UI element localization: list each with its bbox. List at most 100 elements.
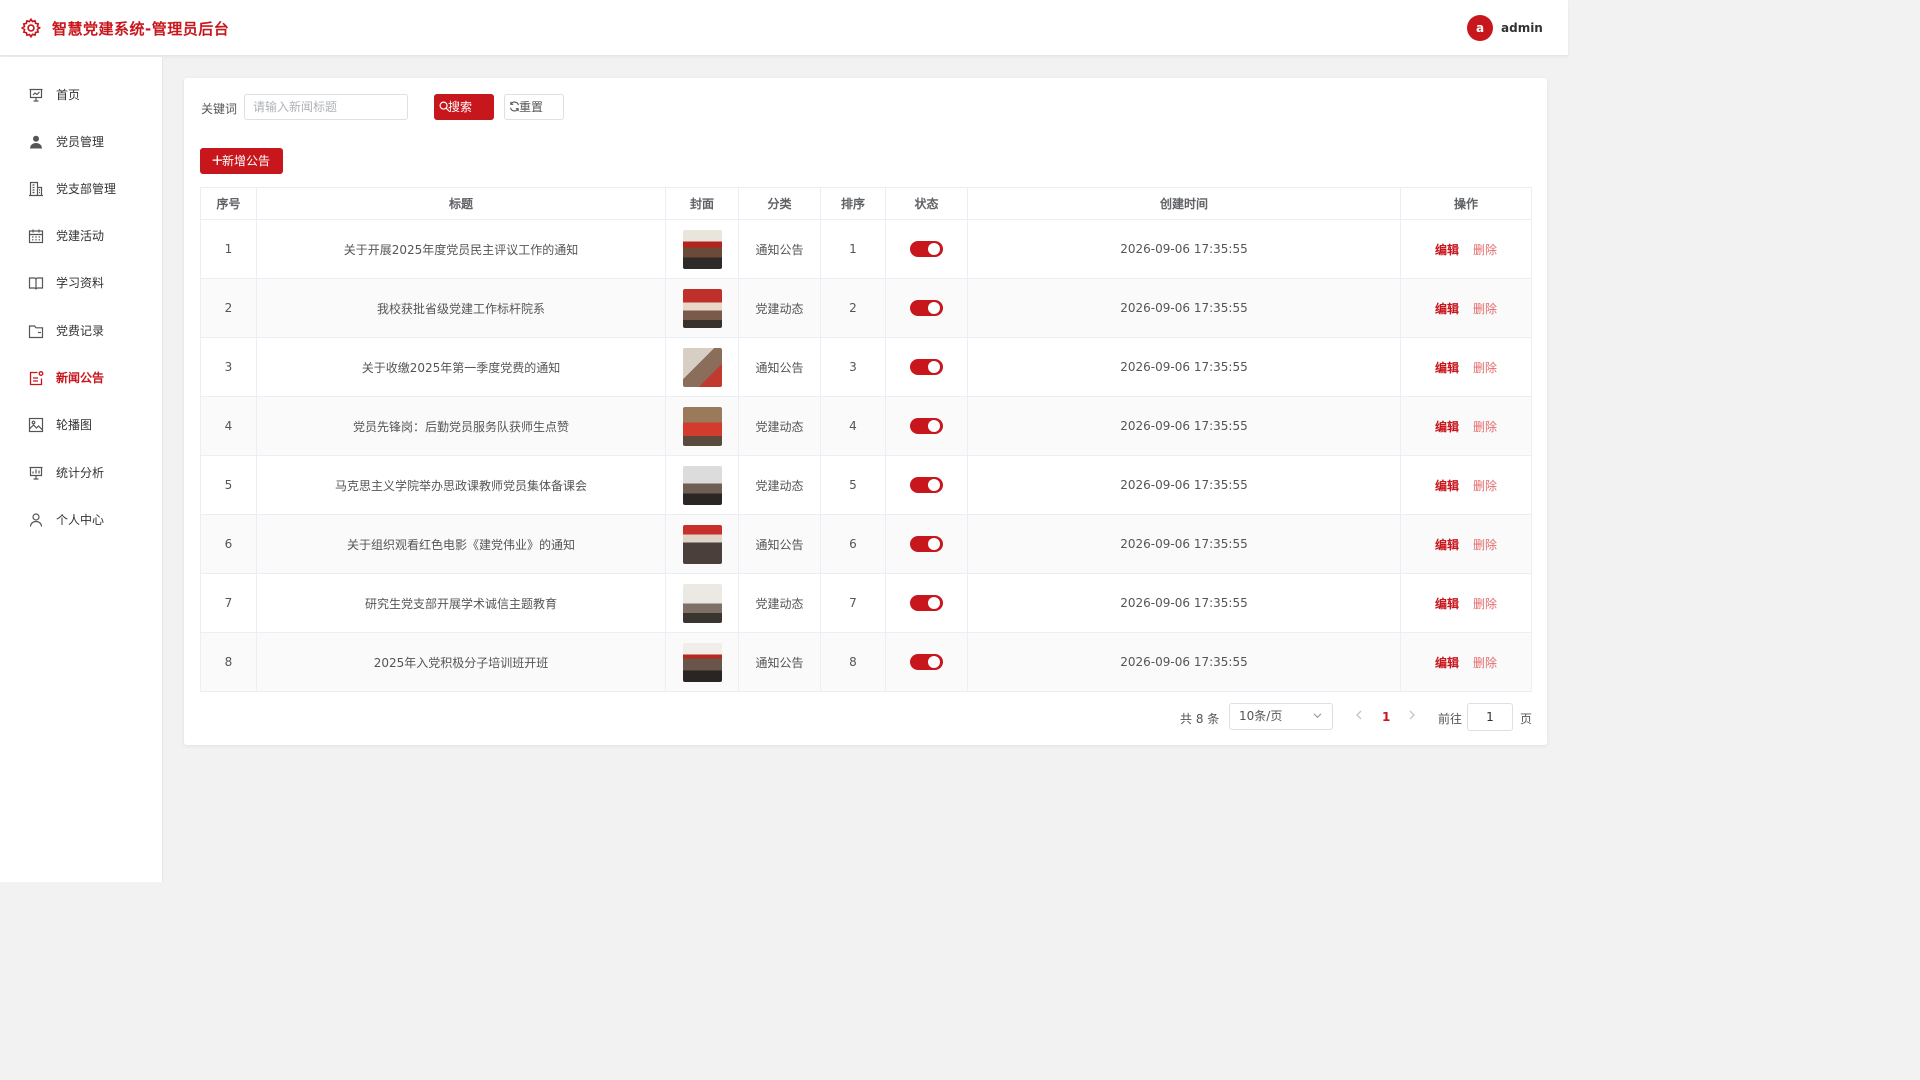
sidebar-item-dues[interactable]: 党费记录 [0, 311, 162, 351]
table-row: 5 马克思主义学院举办思政课教师党员集体备课会 党建动态 5 2026-09-06 17… [200, 455, 1532, 515]
toggle-knob [928, 479, 940, 491]
delete-button[interactable]: 删除 [1473, 597, 1497, 611]
search-button[interactable]: 搜索 [434, 94, 494, 120]
sidebar-item-carousel[interactable]: 轮播图 [0, 405, 162, 445]
search-input[interactable] [244, 94, 408, 120]
edit-button[interactable]: 编辑 [1435, 420, 1459, 434]
cell-sort: 8 [820, 632, 886, 692]
cell-title: 党员先锋岗：后勤党员服务队获师生点赞 [256, 396, 666, 456]
status-toggle[interactable] [910, 477, 943, 493]
sidebar-item-branches[interactable]: 党支部管理 [0, 169, 162, 209]
cover-thumbnail[interactable] [682, 347, 722, 387]
cell-sort: 5 [820, 455, 886, 515]
toggle-knob [928, 361, 940, 373]
status-toggle[interactable] [910, 359, 943, 375]
add-notice-label: 新增公告 [222, 154, 271, 168]
username[interactable]: admin [1501, 21, 1543, 35]
edit-button[interactable]: 编辑 [1435, 656, 1459, 670]
delete-button[interactable]: 删除 [1473, 479, 1497, 493]
cell-no: 2 [200, 278, 257, 338]
sidebar-item-label: 新闻公告 [56, 371, 105, 385]
chevron-down-icon [1313, 713, 1322, 719]
sidebar-item-label: 党员管理 [56, 135, 105, 149]
sidebar-item-materials[interactable]: 学习资料 [0, 263, 162, 303]
sidebar-item-profile[interactable]: 个人中心 [0, 500, 162, 540]
delete-button[interactable]: 删除 [1473, 420, 1497, 434]
table-row: 7 研究生党支部开展学术诚信主题教育 党建动态 7 2026-09-06 17:35:5… [200, 573, 1532, 633]
status-toggle[interactable] [910, 300, 943, 316]
sidebar-item-members[interactable]: 党员管理 [0, 122, 162, 162]
delete-button[interactable]: 删除 [1473, 243, 1497, 257]
col-header-sort: 排序 [820, 187, 886, 220]
delete-button[interactable]: 删除 [1473, 361, 1497, 375]
edit-button[interactable]: 编辑 [1435, 479, 1459, 493]
cell-no: 5 [200, 455, 257, 515]
cell-status [885, 514, 968, 574]
toggle-knob [928, 538, 940, 550]
cover-thumbnail[interactable] [682, 406, 722, 446]
sidebar-item-label: 学习资料 [56, 276, 105, 290]
reset-button-label: 重置 [519, 100, 544, 114]
news-icon [29, 371, 44, 386]
col-header-category: 分类 [738, 187, 821, 220]
toggle-knob [928, 243, 940, 255]
goto-page-input[interactable] [1467, 703, 1513, 731]
next-page-icon[interactable] [1407, 707, 1417, 723]
status-toggle[interactable] [910, 595, 943, 611]
edit-button[interactable]: 编辑 [1435, 302, 1459, 316]
cell-cover [665, 278, 739, 338]
avatar[interactable]: a [1467, 15, 1493, 41]
cell-category: 党建动态 [738, 396, 821, 456]
cell-status [885, 455, 968, 515]
cell-category: 通知公告 [738, 219, 821, 279]
sidebar-item-statistics[interactable]: 统计分析 [0, 453, 162, 493]
cover-thumbnail[interactable] [682, 288, 722, 328]
page-number-current[interactable]: 1 [1382, 710, 1390, 724]
cover-thumbnail[interactable] [682, 583, 722, 623]
cell-no: 3 [200, 337, 257, 397]
delete-button[interactable]: 删除 [1473, 656, 1497, 670]
cell-cover [665, 396, 739, 456]
book-icon [28, 277, 44, 290]
cell-category: 党建动态 [738, 455, 821, 515]
cell-status [885, 278, 968, 338]
edit-button[interactable]: 编辑 [1435, 243, 1459, 257]
sidebar-item-home[interactable]: 首页 [0, 75, 162, 115]
cell-actions: 编辑 删除 [1400, 219, 1532, 279]
add-notice-button[interactable]: + 新增公告 [200, 148, 283, 174]
status-toggle[interactable] [910, 654, 943, 670]
prev-page-icon[interactable] [1354, 707, 1364, 723]
delete-button[interactable]: 删除 [1473, 538, 1497, 552]
cell-no: 7 [200, 573, 257, 633]
sidebar-item-news[interactable]: 新闻公告 [0, 358, 162, 398]
status-toggle[interactable] [910, 536, 943, 552]
col-header-no: 序号 [200, 187, 257, 220]
presentation-icon [29, 88, 43, 102]
col-header-created: 创建时间 [967, 187, 1401, 220]
cell-actions: 编辑 删除 [1400, 278, 1532, 338]
table-row: 4 党员先锋岗：后勤党员服务队获师生点赞 党建动态 4 2026-09-06 17:35… [200, 396, 1532, 456]
edit-button[interactable]: 编辑 [1435, 361, 1459, 375]
cell-no: 8 [200, 632, 257, 692]
cell-created: 2026-09-06 17:35:55 [967, 396, 1401, 456]
cover-thumbnail[interactable] [682, 642, 722, 682]
sidebar-item-activities[interactable]: 党建活动 [0, 216, 162, 256]
cell-title: 关于收缴2025年第一季度党费的通知 [256, 337, 666, 397]
toggle-knob [928, 302, 940, 314]
page-size-select[interactable]: 10条/页 [1229, 703, 1333, 730]
cell-category: 通知公告 [738, 337, 821, 397]
edit-button[interactable]: 编辑 [1435, 538, 1459, 552]
cell-cover [665, 219, 739, 279]
status-toggle[interactable] [910, 418, 943, 434]
user-icon [30, 135, 42, 149]
cover-thumbnail[interactable] [682, 465, 722, 505]
delete-button[interactable]: 删除 [1473, 302, 1497, 316]
cell-created: 2026-09-06 17:35:55 [967, 278, 1401, 338]
edit-button[interactable]: 编辑 [1435, 597, 1459, 611]
sidebar-item-label: 党建活动 [56, 229, 105, 243]
cover-thumbnail[interactable] [682, 524, 722, 564]
reset-button[interactable]: 重置 [504, 94, 564, 120]
cover-thumbnail[interactable] [682, 229, 722, 269]
status-toggle[interactable] [910, 241, 943, 257]
toggle-knob [928, 597, 940, 609]
